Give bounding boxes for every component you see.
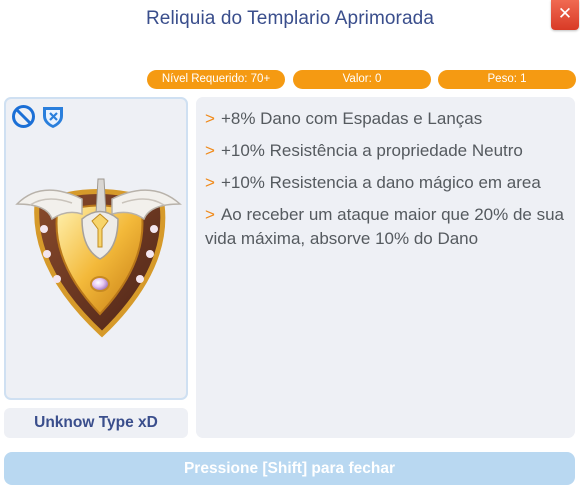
bullet-arrow: > <box>205 109 215 128</box>
effect-line: > +10% Resistencia a dano mágico em area <box>205 171 567 195</box>
effect-text: +10% Resistência a propriedade Neutro <box>220 141 523 160</box>
item-type-label: Unknow Type xD <box>4 408 188 438</box>
window-title: Reliquia do Templario Aprimorada <box>145 8 434 29</box>
item-image-panel <box>4 97 188 400</box>
effect-text: +10% Resistencia a dano mágico em area <box>220 173 541 192</box>
effect-line: > Ao receber um ataque maior que 20% de s… <box>205 203 567 251</box>
effect-line: > +10% Resistência a propriedade Neutro <box>205 139 567 163</box>
value-badge: Valor: 0 <box>293 70 431 89</box>
effect-text: Ao receber um ataque maior que 20% de su… <box>205 205 564 248</box>
no-trade-icon <box>12 105 35 128</box>
close-button[interactable]: ✕ <box>551 0 579 30</box>
bullet-arrow: > <box>205 141 215 160</box>
bullet-arrow: > <box>205 173 215 192</box>
shield-icon <box>43 107 63 128</box>
effects-panel: > +8% Dano com Espadas e Lanças > +10% Res… <box>196 97 575 438</box>
bullet-arrow: > <box>205 205 215 224</box>
relic-shield-image <box>15 178 182 338</box>
weight-badge: Peso: 1 <box>438 70 576 89</box>
level-required-badge: Nível Requerido: 70+ <box>147 70 285 89</box>
effect-line: > +8% Dano com Espadas e Lanças <box>205 107 567 131</box>
close-hint-button[interactable]: Pressione [Shift] para fechar <box>4 452 575 485</box>
effect-text: +8% Dano com Espadas e Lanças <box>220 109 483 128</box>
